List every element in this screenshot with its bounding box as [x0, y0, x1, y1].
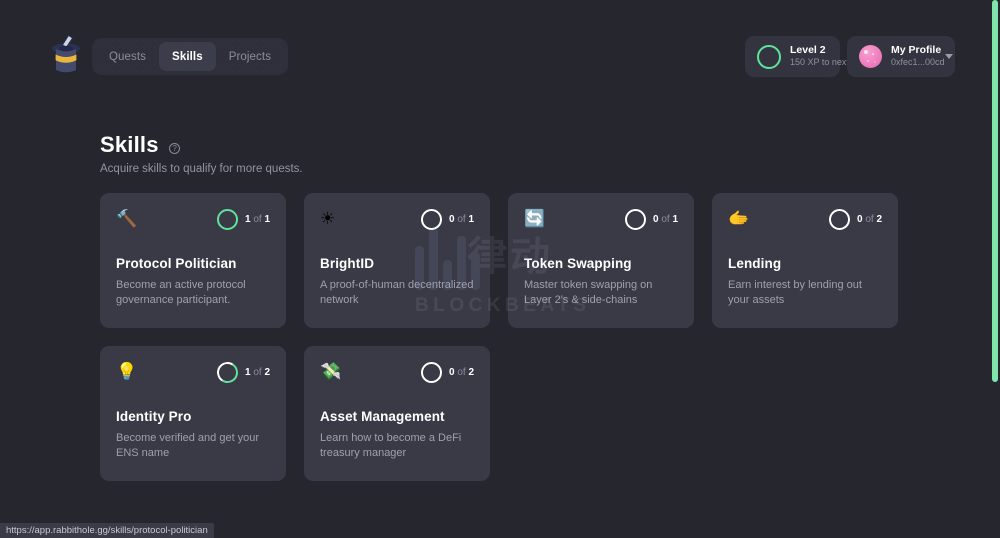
status-bar-url: https://app.rabbithole.gg/skills/protoco…: [0, 523, 214, 538]
nav-item-skills[interactable]: Skills: [159, 42, 216, 71]
progress-current: 0: [449, 367, 455, 378]
progress-current: 1: [245, 367, 251, 378]
progress-of: of: [457, 214, 465, 225]
skill-progress: 1 of 1: [217, 209, 270, 230]
progress-of: of: [457, 367, 465, 378]
sun-icon: ☀: [320, 209, 335, 229]
skill-description: Learn how to become a DeFi treasury mana…: [320, 431, 474, 461]
wallet-address-label: 0xfec1...00cd: [891, 57, 945, 68]
skill-card-asset-management[interactable]: 💸 0 of 2 Asset Management Learn how to b…: [304, 346, 490, 481]
nav-item-projects[interactable]: Projects: [216, 42, 284, 71]
skill-description: Master token swapping on Layer 2's & sid…: [524, 278, 678, 308]
progress-current: 0: [449, 214, 455, 225]
help-icon[interactable]: ?: [169, 143, 180, 154]
profile-label: My Profile: [891, 44, 945, 57]
skill-card-brightid[interactable]: ☀ 0 of 1 BrightID A proof-of-human decen…: [304, 193, 490, 328]
skills-grid: 🔨 1 of 1 Protocol Politician Become an a…: [100, 193, 908, 481]
progress-total: 1: [672, 214, 678, 225]
skill-title: Identity Pro: [116, 409, 270, 424]
handshake-icon: 🫱: [728, 209, 749, 229]
progress-total: 2: [876, 214, 882, 225]
skill-progress: 0 of 2: [421, 362, 474, 383]
gavel-icon: 🔨: [116, 209, 137, 229]
skill-progress: 0 of 2: [829, 209, 882, 230]
skill-description: Become verified and get your ENS name: [116, 431, 270, 461]
profile-chip[interactable]: My Profile 0xfec1...00cd: [847, 36, 955, 77]
progress-ring: [829, 209, 850, 230]
progress-of: of: [253, 214, 261, 225]
skill-progress: 1 of 2: [217, 362, 270, 383]
main-nav: Quests Skills Projects: [92, 38, 288, 75]
page-title: Skills: [100, 132, 159, 158]
progress-ring: [217, 209, 238, 230]
progress-ring: [421, 209, 442, 230]
vertical-scrollbar[interactable]: [992, 0, 998, 382]
skill-progress: 0 of 1: [421, 209, 474, 230]
progress-ring: [215, 360, 240, 385]
skill-card-token-swapping[interactable]: 🔄 0 of 1 Token Swapping Master token swa…: [508, 193, 694, 328]
page-subtitle: Acquire skills to qualify for more quest…: [100, 163, 303, 175]
progress-of: of: [865, 214, 873, 225]
progress-ring: [625, 209, 646, 230]
top-bar: Quests Skills Projects Level 2 150 XP to…: [0, 0, 1000, 98]
skill-title: Token Swapping: [524, 256, 678, 271]
level-label: Level 2: [790, 44, 849, 57]
skill-title: Protocol Politician: [116, 256, 270, 271]
rabbithole-hat-logo[interactable]: [47, 32, 85, 78]
progress-current: 0: [857, 214, 863, 225]
skill-description: Become an active protocol governance par…: [116, 278, 270, 308]
swap-arrows-icon: 🔄: [524, 209, 545, 229]
lightbulb-icon: 💡: [116, 362, 137, 382]
avatar: [859, 45, 882, 68]
skill-title: Asset Management: [320, 409, 474, 424]
skill-description: Earn interest by lending out your assets: [728, 278, 882, 308]
page-heading: Skills ? Acquire skills to qualify for m…: [100, 132, 303, 175]
level-progress-ring: [757, 45, 781, 69]
progress-current: 1: [245, 214, 251, 225]
skill-description: A proof-of-human decentralized network: [320, 278, 474, 308]
money-wings-icon: 💸: [320, 362, 341, 382]
skill-card-identity-pro[interactable]: 💡 1 of 2 Identity Pro Become verified an…: [100, 346, 286, 481]
progress-current: 0: [653, 214, 659, 225]
skill-card-lending[interactable]: 🫱 0 of 2 Lending Earn interest by lendin…: [712, 193, 898, 328]
skill-card-protocol-politician[interactable]: 🔨 1 of 1 Protocol Politician Become an a…: [100, 193, 286, 328]
level-xp-label: 150 XP to next: [790, 57, 849, 68]
progress-total: 2: [264, 367, 270, 378]
nav-item-quests[interactable]: Quests: [96, 42, 159, 71]
progress-of: of: [661, 214, 669, 225]
progress-of: of: [253, 367, 261, 378]
skill-progress: 0 of 1: [625, 209, 678, 230]
progress-total: 1: [468, 214, 474, 225]
skill-title: Lending: [728, 256, 882, 271]
progress-total: 2: [468, 367, 474, 378]
chevron-down-icon[interactable]: [945, 54, 953, 59]
progress-total: 1: [264, 214, 270, 225]
app-root: Quests Skills Projects Level 2 150 XP to…: [0, 0, 1000, 538]
progress-ring: [421, 362, 442, 383]
level-chip[interactable]: Level 2 150 XP to next: [745, 36, 840, 77]
skill-title: BrightID: [320, 256, 474, 271]
